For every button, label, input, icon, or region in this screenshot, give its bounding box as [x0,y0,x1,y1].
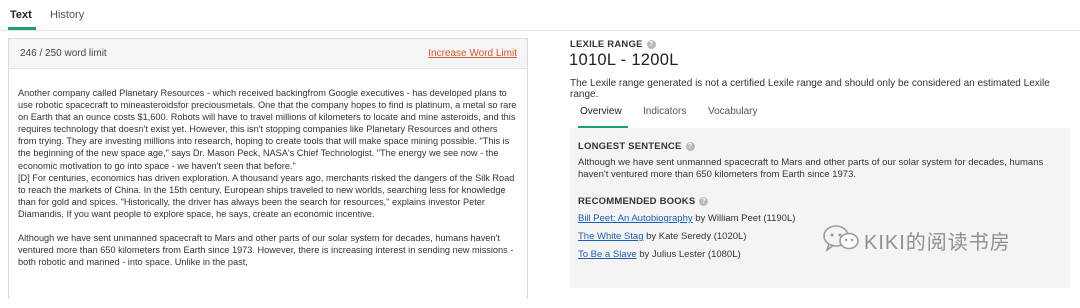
lexile-range-heading: LEXILE RANGE? [570,39,656,50]
word-count: 246 / 250 word limit [20,48,107,59]
info-icon[interactable]: ? [646,40,656,49]
tab-text[interactable]: Text [10,9,32,21]
lexile-range-label: LEXILE RANGE [570,39,643,50]
watermark: KIKI的阅读书房 [822,224,1052,254]
book-link[interactable]: The White Stag [578,231,643,242]
book-author: by William Peet (1190L) [692,213,796,224]
text-paragraph: Although we have sent unmanned spacecraf… [18,233,514,268]
info-icon[interactable]: ? [699,197,709,206]
book-author: by Kate Seredy (1020L) [643,231,747,242]
analysis-tabs: Overview Indicators Vocabulary [570,104,1070,128]
text-paragraph: Another company called Planetary Resourc… [18,88,517,219]
book-item: To Be a Slave by Julius Lester (1080L) [578,249,741,260]
tab-indicators[interactable]: Indicators [643,106,686,117]
tab-overview[interactable]: Overview [580,106,622,117]
text-input-area[interactable]: Another company called Planetary Resourc… [9,68,527,308]
text-editor-panel: 246 / 250 word limit Increase Word Limit… [8,38,528,308]
book-item: The White Stag by Kate Seredy (1020L) [578,231,746,242]
tab-history[interactable]: History [50,9,84,21]
increase-word-limit-link[interactable]: Increase Word Limit [428,48,517,59]
lexile-range-value: 1010L - 1200L [569,51,679,69]
book-link[interactable]: Bill Peet: An Autobiography [578,213,693,224]
longest-sentence-text: Although we have sent unmanned spacecraf… [578,157,1044,181]
lexile-disclaimer: The Lexile range generated is not a cert… [570,78,1050,100]
longest-sentence-heading: LONGEST SENTENCE? [578,141,695,152]
recommended-books-label: RECOMMENDED BOOKS [578,196,696,207]
chat-bubble-icon [823,225,859,252]
overview-panel: LONGEST SENTENCE? Although we have sent … [570,128,1070,288]
active-tab-indicator [8,27,36,30]
longest-sentence-label: LONGEST SENTENCE [578,141,682,152]
book-link[interactable]: To Be a Slave [578,249,637,260]
info-icon[interactable]: ? [685,142,695,151]
recommended-books-heading: RECOMMENDED BOOKS? [578,196,709,207]
tab-vocabulary[interactable]: Vocabulary [708,106,757,117]
watermark-text: KIKI的阅读书房 [864,232,1011,254]
book-author: by Julius Lester (1080L) [636,249,741,260]
book-item: Bill Peet: An Autobiography by William P… [578,213,795,224]
mode-tabs: Text History [0,0,1080,31]
